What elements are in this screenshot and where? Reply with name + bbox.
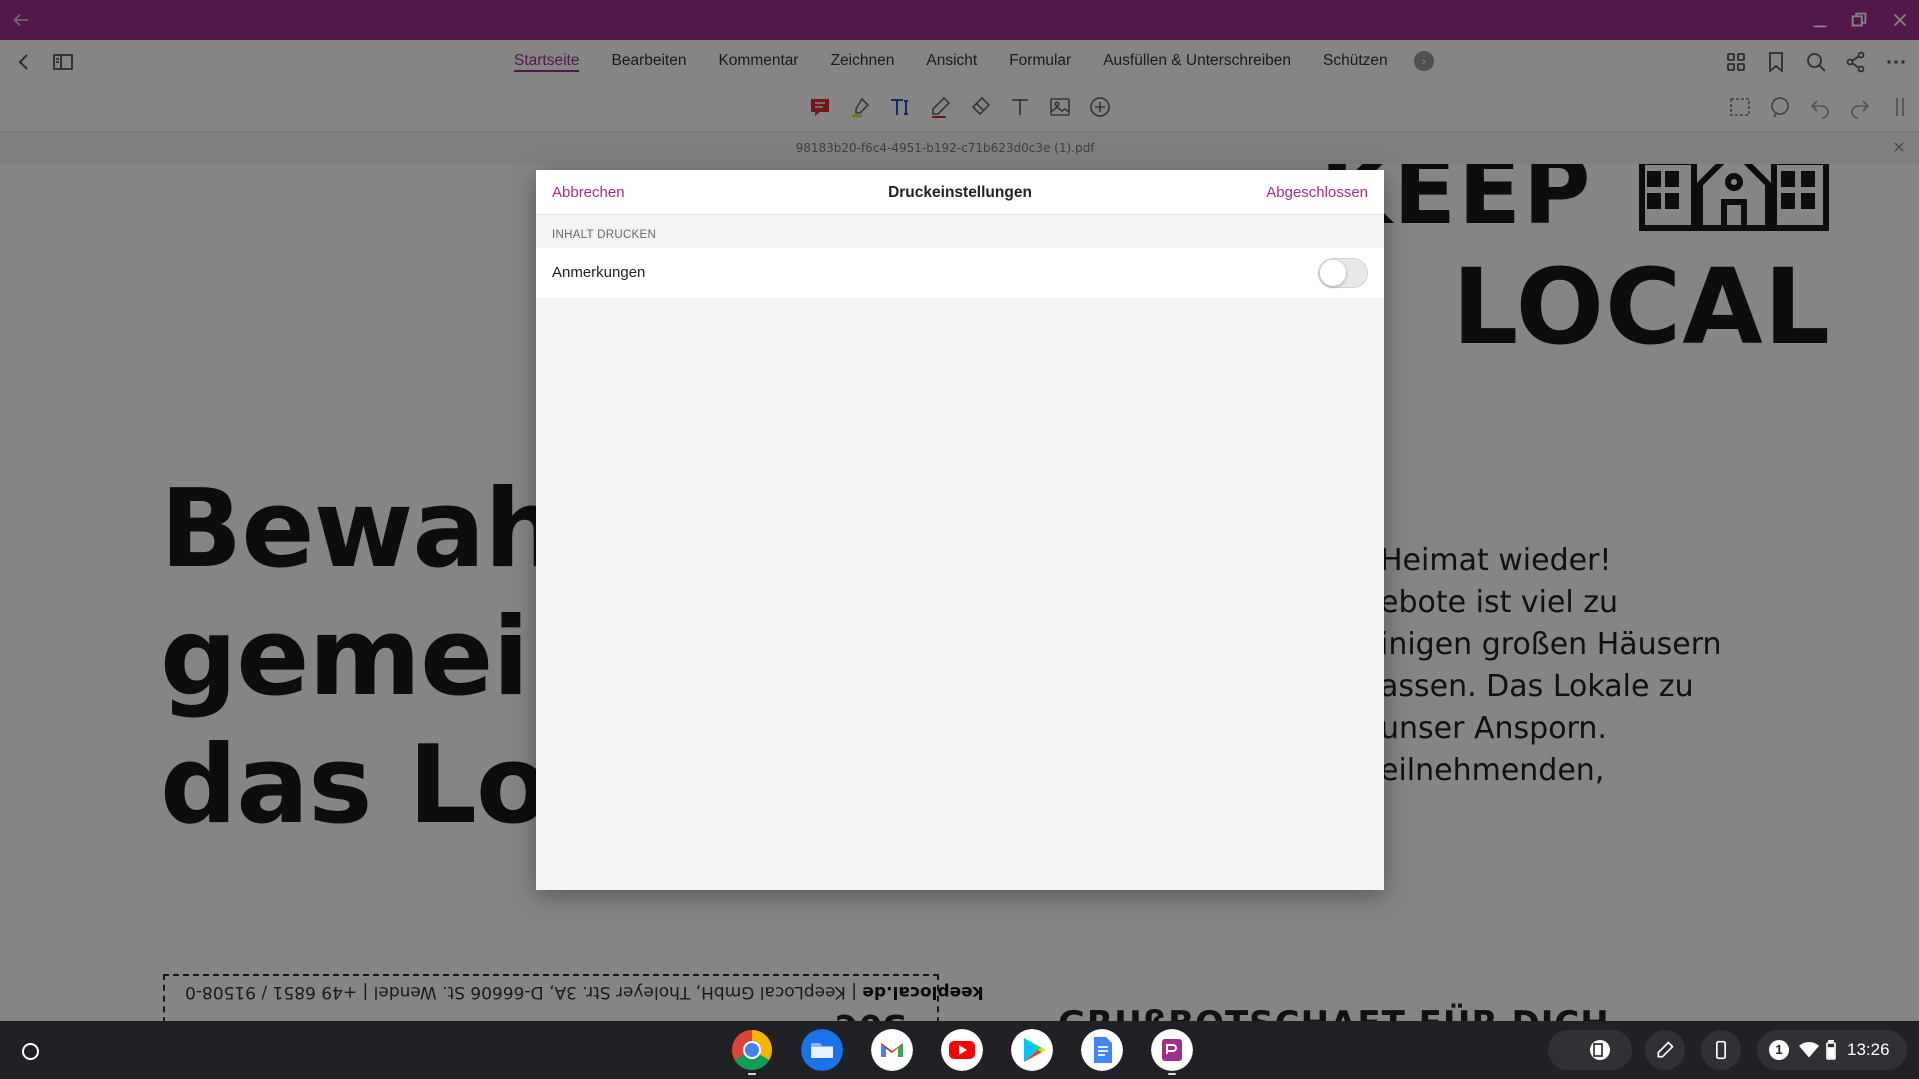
dialog-title: Druckeinstellungen <box>888 184 1032 201</box>
shelf: 1 13:26 <box>0 1021 1919 1079</box>
annotations-toggle[interactable] <box>1318 258 1368 288</box>
app-running-indicator <box>748 1073 756 1075</box>
holding-space-pill[interactable] <box>1548 1030 1632 1070</box>
pdf-app-icon[interactable] <box>1151 1029 1193 1071</box>
app-running-indicator <box>1168 1073 1176 1075</box>
docs-icon[interactable] <box>1081 1029 1123 1071</box>
toggle-knob <box>1320 260 1346 286</box>
phone-icon <box>1716 1040 1726 1060</box>
notification-count: 1 <box>1769 1040 1789 1060</box>
section-header: INHALT DRUCKEN <box>552 229 657 241</box>
annotations-row[interactable]: Anmerkungen <box>536 248 1384 298</box>
youtube-icon[interactable] <box>941 1029 983 1071</box>
stylus-tools-button[interactable] <box>1645 1030 1685 1070</box>
launcher-button[interactable] <box>10 1031 50 1071</box>
dialog-header: Abbrechen Druckeinstellungen Abgeschloss… <box>536 170 1384 215</box>
battery-icon <box>1826 1040 1836 1060</box>
print-settings-dialog: Abbrechen Druckeinstellungen Abgeschloss… <box>536 170 1384 890</box>
screenshot-preview-icon <box>1590 1040 1610 1060</box>
wifi-icon <box>1799 1042 1819 1058</box>
status-area[interactable]: 1 13:26 <box>1757 1030 1907 1070</box>
annotations-label: Anmerkungen <box>552 264 646 281</box>
launcher-icon <box>21 1042 39 1060</box>
chrome-icon[interactable] <box>731 1029 773 1071</box>
play-store-icon[interactable] <box>1011 1029 1053 1071</box>
files-icon[interactable] <box>801 1029 843 1071</box>
done-button[interactable]: Abgeschlossen <box>1266 184 1368 201</box>
gmail-icon[interactable] <box>871 1029 913 1071</box>
phone-hub-button[interactable] <box>1701 1030 1741 1070</box>
clock-time: 13:26 <box>1847 1040 1890 1059</box>
pen-icon <box>1657 1041 1674 1058</box>
